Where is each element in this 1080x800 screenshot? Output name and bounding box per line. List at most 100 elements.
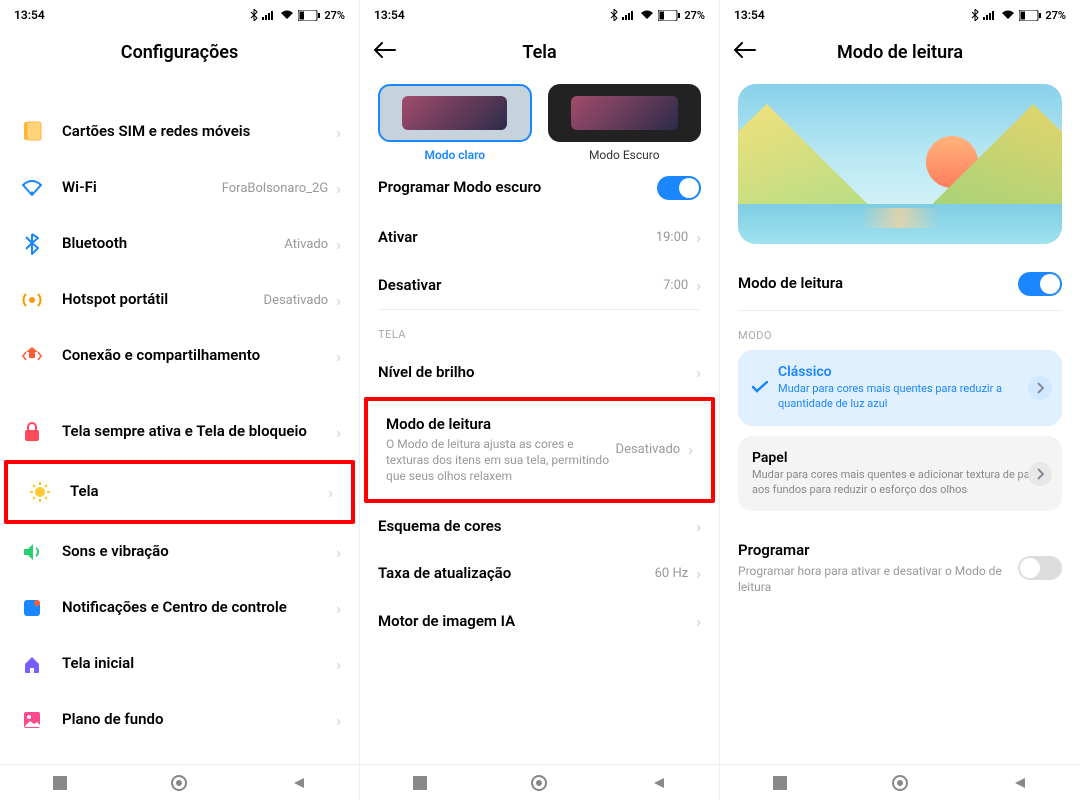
row-label: Programar: [738, 541, 1018, 561]
colorscheme-row[interactable]: Esquema de cores ›: [360, 503, 719, 551]
wifi-status-icon: [640, 10, 654, 20]
signal-icon: [262, 10, 276, 20]
classic-mode-card[interactable]: Clássico Mudar para cores mais quentes p…: [738, 350, 1062, 426]
battery-icon: [658, 10, 680, 21]
hotspot-row[interactable]: Hotspot portátil Desativado ›: [0, 272, 359, 328]
paper-mode-card[interactable]: Papel Mudar para cores mais quentes e ad…: [738, 436, 1062, 512]
row-label: Modo de leitura: [738, 274, 1018, 294]
row-label: Tela: [70, 482, 328, 502]
chevron-right-icon: ›: [328, 483, 333, 502]
dark-mode-option[interactable]: Modo Escuro: [548, 84, 702, 162]
status-time: 13:54: [734, 8, 765, 22]
light-mode-option[interactable]: Modo claro: [378, 84, 532, 162]
chevron-right-icon: ›: [336, 655, 341, 674]
chevron-right-icon: ›: [696, 564, 701, 583]
row-label: Wi-Fi: [62, 178, 222, 198]
homescreen-row[interactable]: Tela inicial ›: [0, 636, 359, 692]
deactivate-time-row[interactable]: Desativar 7:00 ›: [360, 262, 719, 310]
nav-recents[interactable]: [410, 773, 430, 793]
card-title: Clássico: [778, 364, 1048, 380]
settings-list[interactable]: Cartões SIM e redes móveis › Wi-Fi ForaB…: [0, 74, 359, 764]
nav-back[interactable]: [289, 773, 309, 793]
notifications-row[interactable]: Notificações e Centro de controle ›: [0, 580, 359, 636]
refresh-rate-row[interactable]: Taxa de atualização 60 Hz ›: [360, 550, 719, 598]
chevron-right-icon: ›: [696, 612, 701, 631]
display-settings[interactable]: Modo claro Modo Escuro Programar Modo es…: [360, 74, 719, 764]
status-bar: 13:54 27%: [360, 0, 719, 30]
chevron-right-icon: ›: [336, 123, 341, 142]
check-icon: [752, 378, 768, 397]
display-row[interactable]: Tela ›: [4, 460, 355, 524]
lock-icon: [18, 418, 46, 446]
bluetooth-row[interactable]: Bluetooth Ativado ›: [0, 216, 359, 272]
sim-cards-row[interactable]: Cartões SIM e redes móveis ›: [0, 104, 359, 160]
row-label: Cartões SIM e redes móveis: [62, 122, 336, 142]
page-title: Modo de leitura: [837, 42, 963, 63]
bluetooth-status-icon: [250, 9, 258, 21]
row-value: ForaBolsonaro_2G: [222, 181, 328, 196]
row-desc: Programar hora para ativar e desativar o…: [738, 563, 1018, 595]
schedule-reading-toggle[interactable]: [1018, 556, 1062, 580]
chevron-right-icon: ›: [336, 291, 341, 310]
back-button[interactable]: [374, 42, 396, 62]
signal-icon: [622, 10, 636, 20]
nav-back[interactable]: [649, 773, 669, 793]
navigation-bar: [360, 764, 719, 800]
wifi-row[interactable]: Wi-Fi ForaBolsonaro_2G ›: [0, 160, 359, 216]
share-row[interactable]: Conexão e compartilhamento ›: [0, 328, 359, 384]
battery-percent: 27%: [684, 9, 705, 22]
status-right: 27%: [250, 9, 345, 22]
row-label: Ativar: [378, 228, 656, 248]
nav-home[interactable]: [169, 773, 189, 793]
battery-percent: 27%: [1045, 9, 1066, 22]
titlebar: Tela: [360, 30, 719, 74]
row-value: Ativado: [284, 237, 328, 252]
chevron-right-icon[interactable]: [1028, 462, 1052, 486]
page-title: Tela: [522, 42, 556, 63]
wallpaper-icon: [18, 706, 46, 734]
wifi-status-icon: [1001, 10, 1015, 20]
schedule-dark-row[interactable]: Programar Modo escuro: [360, 162, 719, 214]
wallpaper-row[interactable]: Plano de fundo ›: [0, 692, 359, 748]
reading-mode-settings[interactable]: Modo de leitura MODO Clássico Mudar para…: [720, 74, 1080, 764]
row-label: Conexão e compartilhamento: [62, 346, 336, 366]
navigation-bar: [0, 764, 359, 800]
status-time: 13:54: [14, 8, 45, 22]
row-label: Sons e vibração: [62, 542, 336, 562]
page-title: Configurações: [121, 42, 238, 63]
notif-icon: [18, 594, 46, 622]
reading-mode-toggle-row[interactable]: Modo de leitura: [720, 258, 1080, 310]
screen-reading-mode: 13:54 27% Modo de leitura Modo de leitur…: [720, 0, 1080, 800]
card-desc: Mudar para cores mais quentes para reduz…: [778, 382, 1048, 412]
row-value: 60 Hz: [655, 566, 689, 581]
schedule-reading-row[interactable]: Programar Programar hora para ativar e d…: [720, 521, 1080, 609]
nav-home[interactable]: [890, 773, 910, 793]
chevron-right-icon: ›: [688, 440, 693, 459]
bluetooth-status-icon: [971, 9, 979, 21]
chevron-right-icon[interactable]: [1028, 376, 1052, 400]
wifi-status-icon: [280, 10, 294, 20]
sound-icon: [18, 538, 46, 566]
dark-mode-thumb: [548, 84, 702, 142]
row-label: Desativar: [378, 276, 663, 296]
reading-mode-row[interactable]: Modo de leitura O Modo de leitura ajusta…: [364, 397, 715, 503]
dark-mode-label: Modo Escuro: [548, 148, 702, 162]
brightness-row[interactable]: Nível de brilho ›: [360, 349, 719, 397]
status-right: 27%: [971, 9, 1066, 22]
schedule-dark-toggle[interactable]: [657, 176, 701, 200]
chevron-right-icon: ›: [696, 363, 701, 382]
sun-icon: [26, 478, 54, 506]
lockscreen-row[interactable]: Tela sempre ativa e Tela de bloqueio ›: [0, 404, 359, 460]
nav-recents[interactable]: [50, 773, 70, 793]
nav-back[interactable]: [1010, 773, 1030, 793]
back-button[interactable]: [734, 42, 756, 62]
reading-mode-toggle[interactable]: [1018, 272, 1062, 296]
titlebar: Configurações: [0, 30, 359, 74]
sound-row[interactable]: Sons e vibração ›: [0, 524, 359, 580]
nav-recents[interactable]: [770, 773, 790, 793]
activate-time-row[interactable]: Ativar 19:00 ›: [360, 214, 719, 262]
row-label: Modo de leitura: [386, 415, 616, 435]
ai-engine-row[interactable]: Motor de imagem IA ›: [360, 598, 719, 646]
row-label: Taxa de atualização: [378, 564, 655, 584]
nav-home[interactable]: [529, 773, 549, 793]
